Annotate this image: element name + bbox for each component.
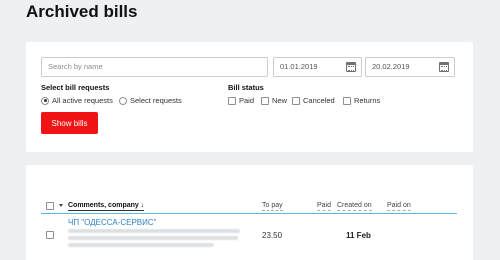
bill-requests-label: Select bill requests [41,83,110,92]
date-to-field[interactable]: 20.02.2019 [365,57,455,77]
radio-all-active-requests[interactable]: All active requests [41,96,113,105]
created-on-value: 11 Feb [346,231,371,240]
show-bills-button[interactable]: Show bills [41,112,98,134]
checkbox-icon[interactable] [261,96,269,105]
company-link[interactable]: ЧП "ОДЕССА-СЕРВИС" [68,218,156,227]
column-created-on[interactable]: Created on [337,202,372,211]
column-paid-on[interactable]: Paid on [387,202,411,211]
checkbox-icon[interactable] [292,96,300,105]
row-checkbox[interactable] [46,231,54,239]
select-all-checkbox[interactable] [46,202,54,210]
checkbox-label: New [272,96,288,105]
radio-icon[interactable] [119,96,127,105]
column-to-pay[interactable]: To pay [262,202,283,211]
bills-table: Comments, company ↓ To pay Paid Created … [26,165,473,260]
header-divider [41,213,457,214]
chevron-down-icon[interactable] [59,204,63,207]
checkbox-paid[interactable]: Paid [228,96,254,105]
calendar-icon[interactable] [346,62,356,72]
checkbox-label: Canceled [303,96,335,105]
checkbox-returns[interactable]: Returns [343,96,380,105]
to-pay-value: 23.50 [262,231,283,240]
redacted-comment-line [68,243,214,247]
filter-panel: Search by name 01.01.2019 20.02.2019 Sel… [26,42,473,152]
redacted-comment-line [68,236,238,240]
checkbox-label: Returns [354,96,381,105]
checkbox-new[interactable]: New [261,96,287,105]
date-from-field[interactable]: 01.01.2019 [273,57,362,77]
calendar-icon[interactable] [439,62,449,72]
checkbox-icon[interactable] [343,96,351,105]
radio-label: Select requests [130,96,182,105]
date-from-value: 01.01.2019 [280,62,318,71]
search-input[interactable]: Search by name [41,57,268,77]
checkbox-label: Paid [239,96,255,105]
date-to-value: 20.02.2019 [372,62,410,71]
radio-selected-icon[interactable] [41,96,49,105]
column-paid[interactable]: Paid [317,202,332,211]
checkbox-icon[interactable] [228,96,236,105]
bill-status-label: Bill status [228,83,264,92]
page-title: Archived bills [26,2,138,21]
checkbox-canceled[interactable]: Canceled [292,96,335,105]
redacted-comment-line [68,229,240,233]
column-comments-company[interactable]: Comments, company ↓ [68,202,145,211]
radio-label: All active requests [52,96,113,105]
radio-select-requests[interactable]: Select requests [119,96,182,105]
